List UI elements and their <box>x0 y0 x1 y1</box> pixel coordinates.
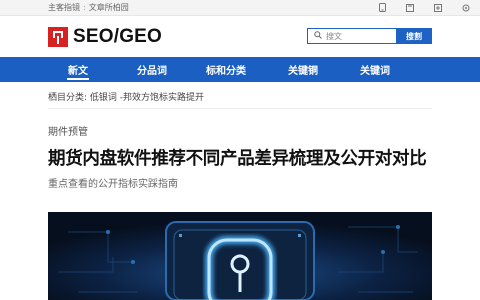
logo-text: SEO/GEO <box>73 26 163 47</box>
site-header: SEO/GEO 搜文 搜割 <box>0 16 480 56</box>
topbar-icons <box>368 0 480 16</box>
main-nav: 新文 分品词 标和分类 关键铜 关键词 <box>0 57 480 82</box>
nav-item-keywords-b[interactable]: 关键词 <box>340 57 410 82</box>
article-subtitle: 重点查看的公开指标实踩指南 <box>48 179 178 190</box>
nav-item-keywords-a[interactable]: 关键铜 <box>268 57 338 82</box>
bookmark-icon[interactable] <box>396 0 424 16</box>
share-icon[interactable] <box>424 0 452 16</box>
site-logo[interactable]: SEO/GEO <box>48 26 162 48</box>
nav-item-tags[interactable]: 标和分类 <box>191 57 261 82</box>
topbar-link-2[interactable]: 文章所柏园 <box>89 2 129 13</box>
settings-icon[interactable] <box>452 0 480 16</box>
divider <box>48 108 432 109</box>
nav-item-new[interactable]: 新文 <box>43 57 113 82</box>
article-category[interactable]: 期件预管 <box>48 123 88 138</box>
logo-mark-icon <box>48 27 68 47</box>
hero-image <box>48 212 432 300</box>
topbar-link-1[interactable]: 主客指镜 <box>48 2 80 13</box>
search-input[interactable]: 搜文 <box>307 28 396 44</box>
page-title: 期货内盘软件推荐不同产品差异梳理及公开对对比 <box>48 149 427 169</box>
nav-item-category[interactable]: 分品词 <box>117 57 187 82</box>
breadcrumb: 栖目分类: 低银词 -邦效方饱标实路提开 <box>48 93 205 103</box>
top-bar: 主客指镜 : 文章所柏园 <box>0 0 480 16</box>
search-icon <box>314 31 322 41</box>
search-form: 搜文 搜割 <box>307 28 432 44</box>
topbar-separator: : <box>83 3 86 12</box>
mobile-icon[interactable] <box>368 0 396 16</box>
search-placeholder: 搜文 <box>326 31 342 41</box>
search-button[interactable]: 搜割 <box>396 28 432 44</box>
